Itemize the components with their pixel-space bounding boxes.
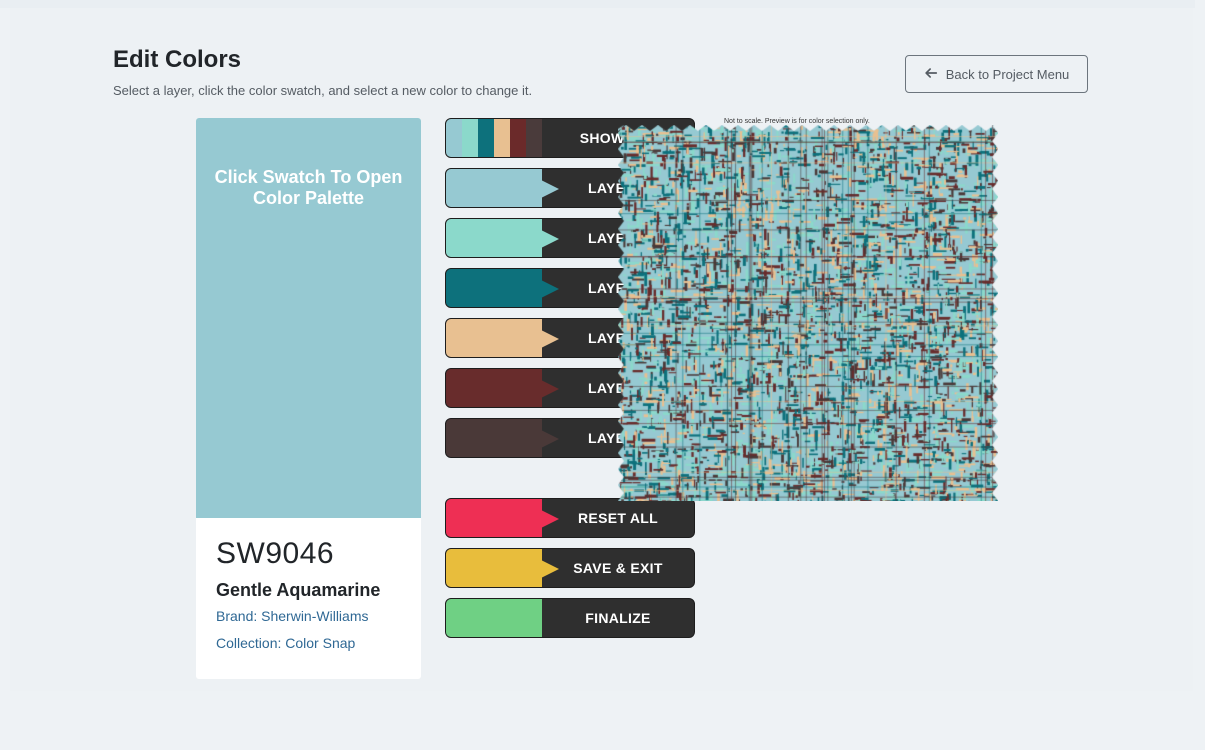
- color-swatch[interactable]: Click Swatch To Open Color Palette: [196, 118, 421, 518]
- pattern-preview: [618, 125, 998, 501]
- save-exit-label: SAVE & EXIT: [573, 560, 663, 576]
- show-all-stripe-4: [494, 119, 510, 157]
- color-code: SW9046: [216, 537, 335, 570]
- swatch-hint: Click Swatch To Open Color Palette: [214, 167, 403, 208]
- layer-3-swatch: [446, 269, 542, 307]
- show-all-stripe-5: [510, 119, 526, 157]
- finalize-button[interactable]: FINALIZE: [445, 598, 695, 638]
- color-brand: Brand: Sherwin-Williams: [216, 608, 369, 624]
- show-all-swatch-stripes: [446, 119, 542, 157]
- show-all-stripe-2: [462, 119, 478, 157]
- show-all-stripe-6: [526, 119, 542, 157]
- preview-note: Not to scale. Preview is for color selec…: [724, 118, 870, 125]
- back-to-project-menu-button[interactable]: Back to Project Menu: [905, 55, 1088, 93]
- color-name: Gentle Aquamarine: [216, 580, 381, 600]
- layer-4-swatch: [446, 319, 542, 357]
- arrow-left-icon: [924, 66, 938, 83]
- show-all-stripe-3: [478, 119, 494, 157]
- page-subtitle: Select a layer, click the color swatch, …: [113, 83, 533, 98]
- reset-all-button[interactable]: RESET ALL: [445, 498, 695, 538]
- save-exit-button[interactable]: SAVE & EXIT: [445, 548, 695, 588]
- reset-all-swatch: [446, 499, 542, 537]
- pattern-canvas: [618, 125, 998, 501]
- layer-6-swatch: [446, 419, 542, 457]
- finalize-swatch: [446, 599, 542, 637]
- color-info-card: Click Swatch To Open Color Palette SW904…: [196, 118, 421, 679]
- color-collection: Collection: Color Snap: [216, 635, 356, 651]
- show-all-stripe-1: [446, 119, 462, 157]
- save-exit-swatch: [446, 549, 542, 587]
- reset-all-label: RESET ALL: [578, 510, 658, 526]
- top-bar: [0, 0, 1195, 8]
- page-title: Edit Colors: [113, 46, 242, 73]
- finalize-label: FINALIZE: [585, 610, 651, 626]
- layer-2-swatch: [446, 219, 542, 257]
- layer-1-swatch: [446, 169, 542, 207]
- layer-5-swatch: [446, 369, 542, 407]
- back-button-label: Back to Project Menu: [945, 66, 1070, 82]
